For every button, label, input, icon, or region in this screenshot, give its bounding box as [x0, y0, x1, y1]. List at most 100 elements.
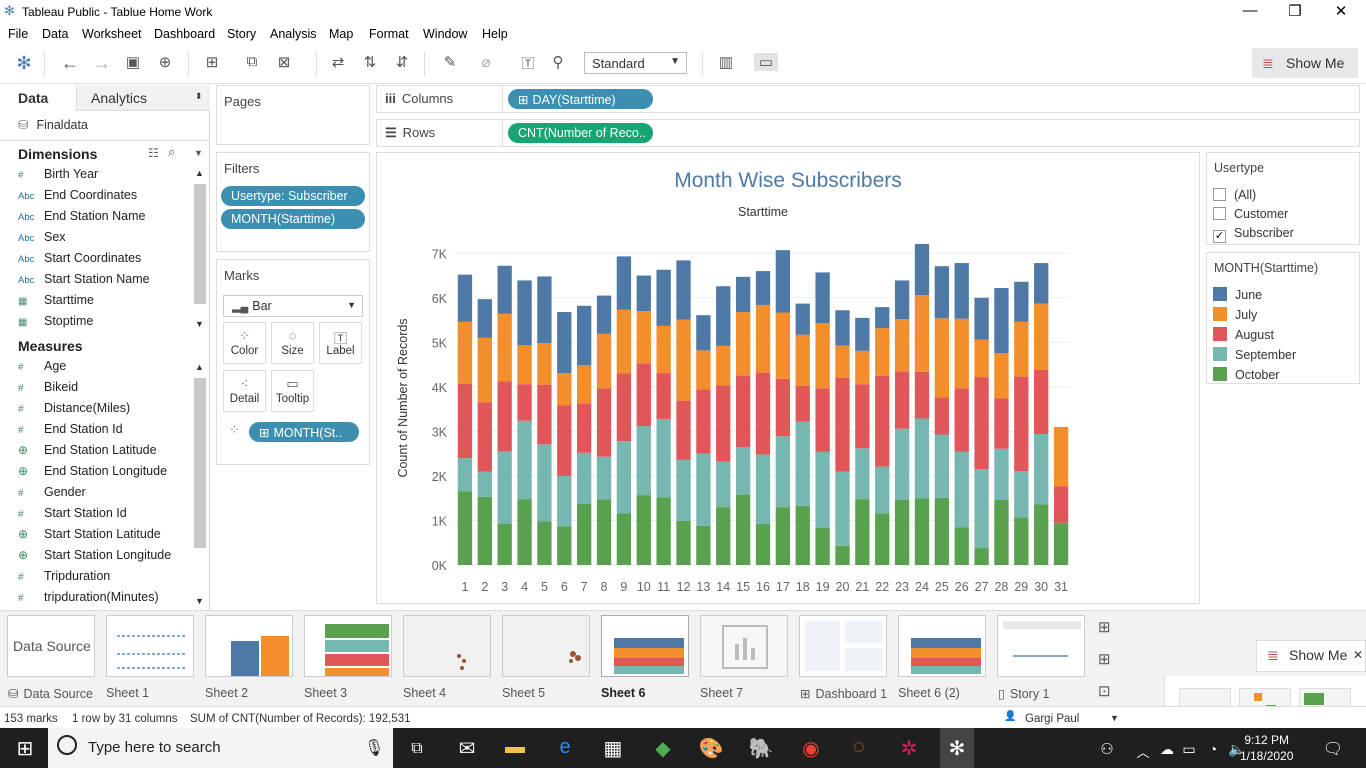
menu-help[interactable]: Help — [482, 27, 508, 41]
tab-sheet-6-copy[interactable]: Sheet 6 (2) — [898, 686, 960, 700]
scroll-up-icon[interactable]: ▲ — [195, 362, 204, 372]
measure-field[interactable]: # Gender — [18, 485, 194, 506]
new-dashboard-icon[interactable]: ⊞ — [1098, 650, 1111, 668]
detail-button[interactable]: ⁖ Detail — [223, 370, 266, 412]
menu-data[interactable]: Data — [42, 27, 68, 41]
measure-field[interactable]: ⊕ Start Station Longitude — [18, 548, 194, 569]
measure-field[interactable]: ⊕ End Station Latitude — [18, 443, 194, 464]
filter-pill-month[interactable]: MONTH(Starttime) — [221, 209, 365, 229]
undo-icon[interactable]: ← — [58, 53, 82, 74]
task-view-icon[interactable]: ⧉ — [402, 740, 432, 758]
search-icon[interactable]: ⌕ — [168, 144, 175, 160]
measure-field[interactable]: ⊕ End Station Longitude — [18, 464, 194, 485]
label-button[interactable]: 🅃 Label — [319, 322, 362, 364]
measures-scrollbar[interactable] — [194, 378, 206, 548]
menu-story[interactable]: Story — [227, 27, 256, 41]
marks-pill-month[interactable]: ⊞ MONTH(St.. — [249, 422, 359, 442]
tab-sheet-5[interactable]: Sheet 5 — [502, 686, 545, 700]
tableau-prep-icon[interactable]: ◆ — [648, 736, 678, 761]
rows-shelf[interactable]: ☰ Rows CNT(Number of Reco.. — [376, 119, 1360, 147]
dropdown-icon[interactable]: ▼ — [194, 148, 203, 158]
view-list-icon[interactable]: ☷ — [148, 146, 159, 160]
sheet6-copy-thumbnail[interactable] — [898, 615, 986, 677]
sheet2-thumbnail[interactable] — [205, 615, 293, 677]
measure-field[interactable]: # Bikeid — [18, 380, 194, 401]
taskbar-clock[interactable]: 9:12 PM 1/18/2020 — [1240, 732, 1293, 764]
duplicate-sheet-icon[interactable]: ⧉ — [240, 53, 264, 70]
fit-dropdown[interactable]: Standard ▼ — [584, 52, 687, 74]
dashboard1-thumbnail[interactable] — [799, 615, 887, 677]
legend-item-august[interactable]: August — [1213, 327, 1274, 342]
scroll-down-icon[interactable]: ▼ — [195, 319, 204, 329]
scroll-up-icon[interactable]: ▲ — [195, 168, 204, 178]
size-button[interactable]: ◌ Size — [271, 322, 314, 364]
dimension-field[interactable]: ▦ Starttime — [18, 293, 194, 314]
tableau-home-icon[interactable]: ✻ — [12, 53, 36, 74]
tab-sheet-6-active[interactable]: Sheet 6 — [601, 686, 645, 700]
people-icon[interactable]: ⚇ — [1092, 740, 1122, 758]
group-icon[interactable]: ⌀ — [474, 53, 498, 71]
show-me-popup[interactable]: ≣ Show Me ✕ — [1256, 640, 1366, 672]
show-me-button[interactable]: ≣ Show Me — [1252, 48, 1358, 78]
restore-icon[interactable]: ❐ — [1272, 2, 1318, 20]
slack-icon[interactable]: ✲ — [894, 736, 924, 761]
sort-ascending-icon[interactable]: ⇅ — [358, 53, 382, 71]
dimension-field[interactable]: Abc Start Station Name — [18, 272, 194, 293]
tableau-taskbar-icon[interactable]: ✻ — [940, 728, 974, 768]
dimension-field[interactable]: ▦ Stoptime — [18, 314, 194, 335]
minimize-icon[interactable]: — — [1227, 2, 1273, 19]
legend-item-october[interactable]: October — [1213, 367, 1279, 382]
legend-item-june[interactable]: June — [1213, 287, 1262, 302]
close-icon[interactable]: ✕ — [1318, 2, 1364, 20]
tab-sheet-1[interactable]: Sheet 1 — [106, 686, 149, 700]
dimension-field[interactable]: # Birth Year — [18, 167, 194, 188]
usertype-option-all[interactable]: (All) — [1213, 188, 1256, 202]
dimension-field[interactable]: Abc Sex — [18, 230, 194, 251]
new-worksheet-icon[interactable]: ⊞ — [1098, 618, 1111, 636]
measure-field[interactable]: ⊕ Start Station Latitude — [18, 527, 194, 548]
chevron-down-icon[interactable]: ▼ — [1110, 713, 1119, 723]
new-datasource-icon[interactable]: ⊕ — [153, 53, 177, 71]
menu-worksheet[interactable]: Worksheet — [82, 27, 142, 41]
menu-window[interactable]: Window — [423, 27, 467, 41]
sheet7-thumbnail[interactable] — [700, 615, 788, 677]
measure-field[interactable]: # Age — [18, 359, 194, 380]
tab-story-1[interactable]: ▯ Story 1 — [998, 686, 1050, 701]
sheet6-thumbnail[interactable] — [601, 615, 689, 677]
rows-pill[interactable]: CNT(Number of Reco.. — [508, 123, 653, 143]
usertype-option-customer[interactable]: Customer — [1213, 207, 1288, 221]
dimension-field[interactable]: Abc Start Coordinates — [18, 251, 194, 272]
taskbar-search[interactable]: Type here to search 🎙 — [48, 728, 393, 768]
paint-icon[interactable]: 🎨 — [696, 736, 726, 761]
tooltip-button[interactable]: ▭ Tooltip — [271, 370, 314, 412]
tab-sheet-3[interactable]: Sheet 3 — [304, 686, 347, 700]
close-icon[interactable]: ✕ — [1353, 648, 1363, 662]
tab-datasource[interactable]: ⛁ Data Source — [8, 686, 93, 701]
labels-icon[interactable]: 🅃 — [516, 53, 540, 72]
sheet1-thumbnail[interactable] — [106, 615, 194, 677]
store-icon[interactable]: ▦ — [598, 736, 628, 761]
mark-type-dropdown[interactable]: ▂▄ Bar ▼ — [223, 295, 363, 317]
clear-sheet-icon[interactable]: ⊠ — [272, 53, 296, 71]
dimension-field[interactable]: Abc End Coordinates — [18, 188, 194, 209]
measure-field[interactable]: # Distance(Miles) — [18, 401, 194, 422]
columns-shelf[interactable]: iii Columns ⊞ DAY(Starttime) — [376, 85, 1360, 113]
postgres-icon[interactable]: 🐘 — [746, 736, 776, 761]
measure-field[interactable]: # End Station Id — [18, 422, 194, 443]
chrome-icon[interactable]: ◉ — [796, 736, 826, 761]
edge-icon[interactable]: e — [550, 736, 580, 759]
dimension-field[interactable]: Abc End Station Name — [18, 209, 194, 230]
tab-analytics[interactable]: Analytics ⬍ — [76, 85, 210, 111]
filter-pill-usertype[interactable]: Usertype: Subscriber — [221, 186, 365, 206]
sheet5-thumbnail[interactable] — [502, 615, 590, 677]
jupyter-icon[interactable]: ◌ — [844, 736, 874, 759]
measure-field[interactable]: # Start Station Id — [18, 506, 194, 527]
legend-item-september[interactable]: September — [1213, 347, 1296, 362]
microphone-icon[interactable]: 🎙 — [364, 738, 384, 758]
scroll-down-icon[interactable]: ▼ — [195, 596, 204, 606]
dimensions-scrollbar[interactable] — [194, 184, 206, 304]
tab-dashboard-1[interactable]: ⊞ Dashboard 1 — [800, 686, 887, 701]
notifications-icon[interactable]: 🗨 — [1318, 739, 1348, 759]
new-story-icon[interactable]: ⊡ — [1098, 682, 1111, 700]
mail-icon[interactable]: ✉ — [452, 736, 482, 761]
